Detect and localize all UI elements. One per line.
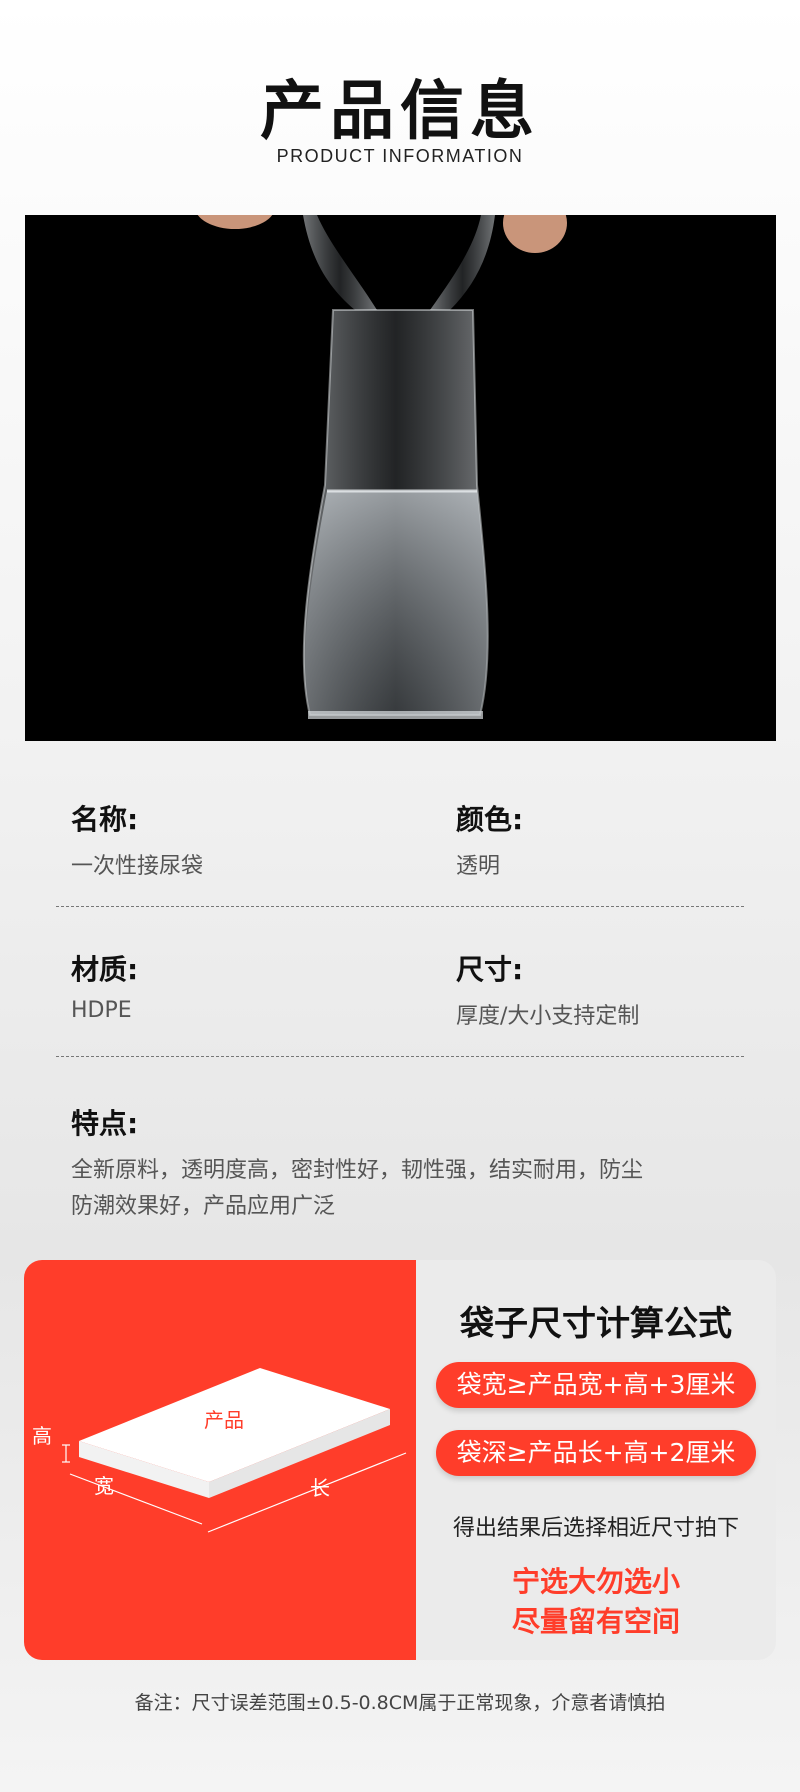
formula-column: 袋子尺寸计算公式 袋宽≥产品宽+高+3厘米 袋深≥产品长+高+2厘米 得出结果后…: [416, 1260, 776, 1660]
formula-rule-width: 袋宽≥产品宽+高+3厘米: [436, 1362, 756, 1408]
formula-rule-depth: 袋深≥产品长+高+2厘米: [436, 1430, 756, 1476]
box-diagram: [62, 1368, 407, 1533]
page-title: 产品信息: [260, 75, 540, 149]
advice-line-2: 尽量留有空间: [511, 1605, 680, 1638]
bag-illustration: [197, 215, 567, 719]
name-label: 名称:: [71, 803, 139, 836]
material-label: 材质:: [71, 953, 139, 986]
name-value: 一次性接尿袋: [71, 854, 204, 879]
color-label: 颜色:: [456, 803, 524, 836]
color-value: 透明: [456, 854, 501, 879]
material-value: HDPE: [71, 998, 132, 1023]
diagram-height-label: 高: [32, 1424, 52, 1448]
features-line1: 全新原料，透明度高，密封性好，韧性强，结实耐用，防尘: [71, 1158, 644, 1183]
diagram-length-label: 长: [310, 1476, 330, 1500]
formula-tip: 得出结果后选择相近尺寸拍下: [452, 1516, 739, 1541]
features-label: 特点:: [71, 1107, 139, 1140]
formula-title: 袋子尺寸计算公式: [460, 1304, 732, 1344]
size-formula-panel: 产品 高 宽 长 袋子尺寸计算公式 袋宽≥产品宽+高+3厘米 袋深≥产品长+高+…: [24, 1260, 776, 1660]
size-value: 厚度/大小支持定制: [456, 1004, 640, 1029]
features-line2: 防潮效果好，产品应用广泛: [71, 1194, 336, 1219]
diagram-product-label: 产品: [204, 1408, 244, 1432]
left-hand: [197, 215, 273, 229]
product-diagram: 产品 高 宽 长: [24, 1260, 416, 1660]
advice-line-1: 宁选大勿选小: [511, 1565, 680, 1598]
page-subtitle: PRODUCT INFORMATION: [276, 146, 524, 166]
right-hand: [503, 215, 567, 253]
diagram-width-label: 宽: [94, 1474, 114, 1498]
footnote: 备注：尺寸误差范围±0.5-0.8CM属于正常现象，介意者请慎拍: [134, 1692, 666, 1714]
product-photo: [25, 215, 776, 741]
divider: [56, 1056, 744, 1057]
divider: [56, 906, 744, 907]
size-label: 尺寸:: [456, 953, 524, 986]
